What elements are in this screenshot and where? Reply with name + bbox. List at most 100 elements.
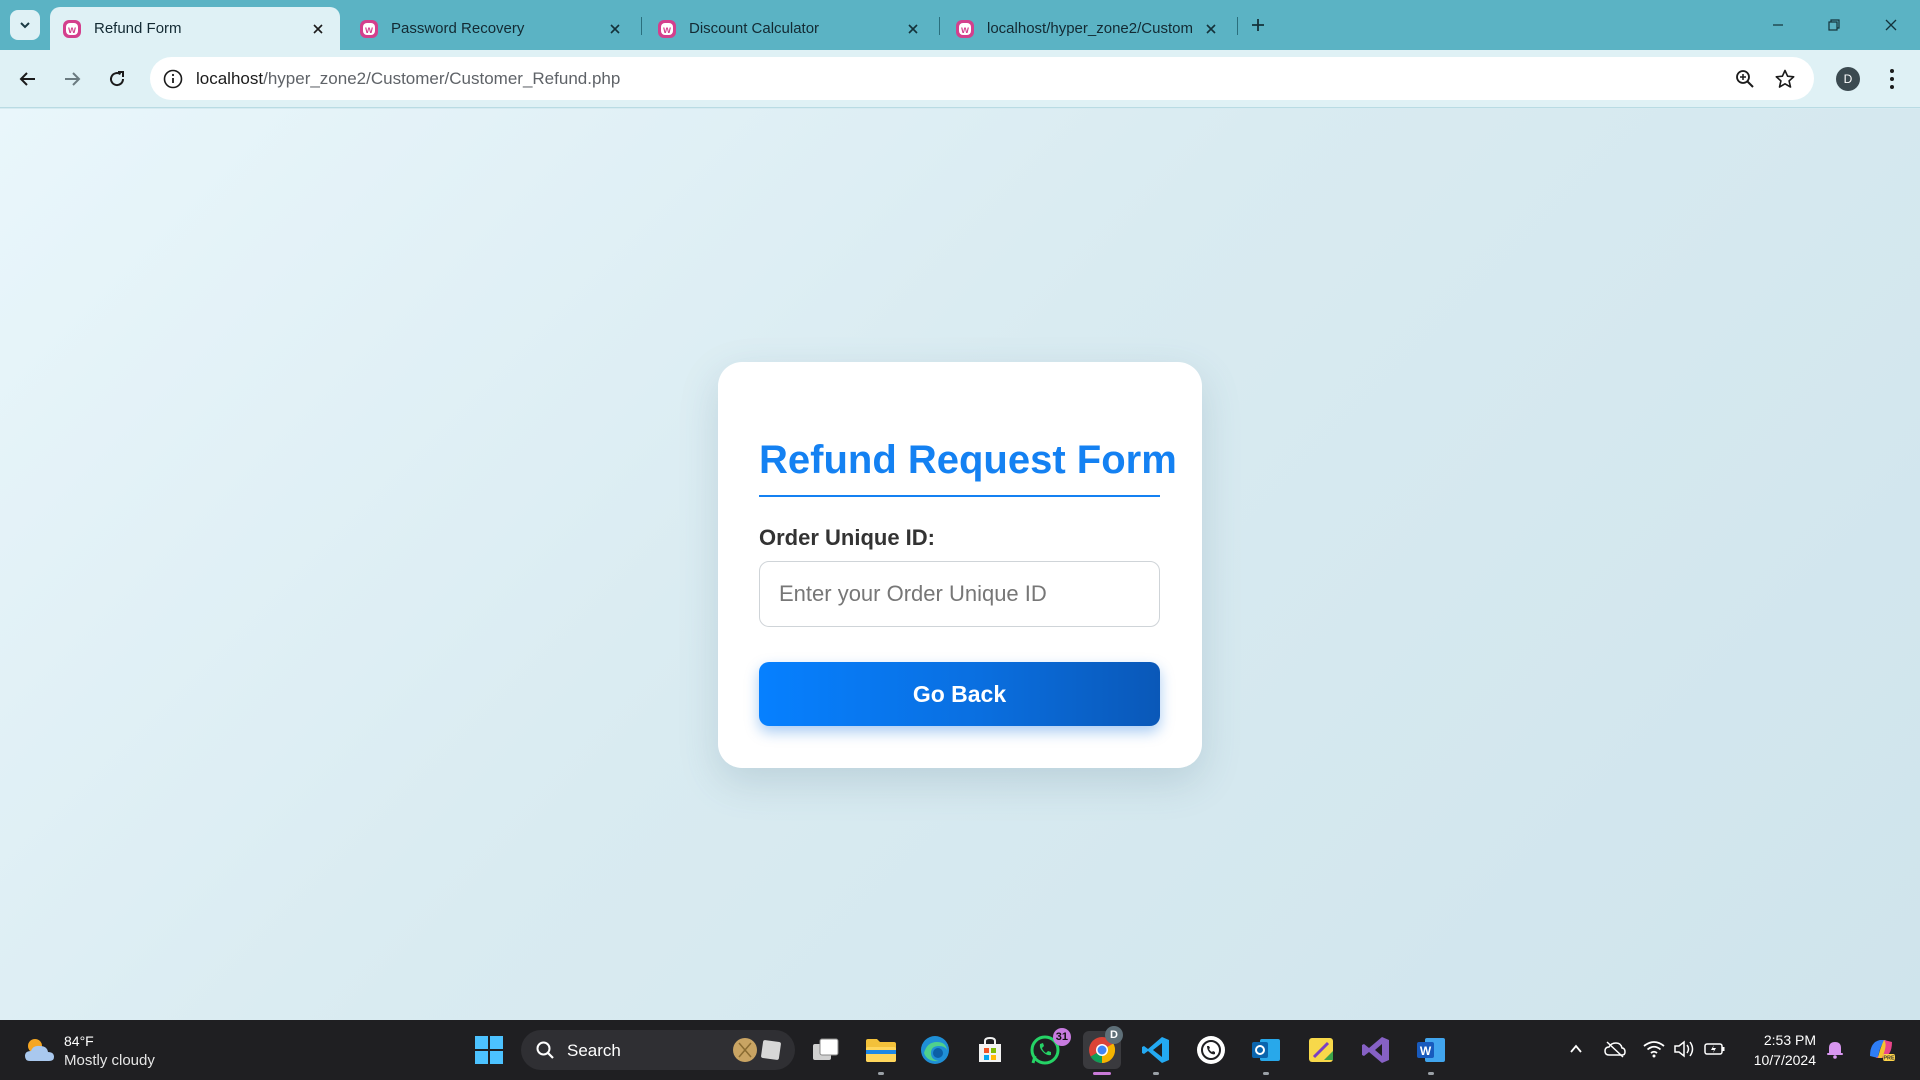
show-hidden-icons-button[interactable] — [1565, 1038, 1587, 1060]
reload-icon — [110, 71, 125, 87]
task-view-button[interactable] — [809, 1033, 843, 1067]
back-button[interactable] — [14, 65, 42, 93]
taskbar-search[interactable]: Search — [521, 1030, 795, 1070]
whatsapp-desktop-button[interactable] — [1194, 1033, 1228, 1067]
tab-separator — [939, 17, 940, 35]
chevron-up-icon — [1570, 1044, 1582, 1053]
close-tab-icon[interactable] — [308, 19, 328, 39]
tab-separator — [641, 17, 642, 35]
go-back-button[interactable]: Go Back — [759, 662, 1160, 726]
arrow-right-icon — [65, 72, 81, 86]
edge-button[interactable] — [918, 1033, 952, 1067]
minimize-icon — [1773, 24, 1783, 26]
volume-icon — [1674, 1040, 1694, 1058]
site-favicon-icon: w — [658, 19, 676, 38]
tab-localhost-customer[interactable]: w localhost/hyper_zone2/Custom — [943, 7, 1233, 50]
whatsapp-notification-badge: 31 — [1052, 1028, 1071, 1046]
tab-refund-form[interactable]: w Refund Form — [50, 7, 340, 50]
partly-cloudy-icon — [25, 1039, 54, 1061]
site-info-icon[interactable] — [162, 68, 184, 90]
browser-menu-button[interactable] — [1880, 64, 1904, 94]
svg-text:W: W — [1420, 1044, 1432, 1058]
svg-text:PRE: PRE — [1883, 1056, 1895, 1062]
search-icon — [536, 1041, 554, 1059]
sticky-notes-button[interactable] — [1304, 1033, 1338, 1067]
notification-bell-icon — [1827, 1042, 1843, 1059]
profile-avatar[interactable]: D — [1836, 67, 1860, 91]
clock-date: 10/7/2024 — [1753, 1052, 1816, 1068]
visual-studio-button[interactable] — [1359, 1033, 1393, 1067]
order-id-label: Order Unique ID: — [759, 525, 936, 550]
file-explorer-icon — [866, 1039, 896, 1062]
task-view-icon — [813, 1038, 839, 1060]
battery-tray[interactable] — [1704, 1038, 1726, 1060]
url-host: localhost — [196, 69, 264, 88]
bookmark-star-icon[interactable] — [1774, 68, 1796, 90]
windows-start-icon — [475, 1036, 503, 1064]
volume-tray[interactable] — [1673, 1038, 1695, 1060]
site-favicon-icon: w — [63, 19, 81, 38]
close-tab-icon[interactable] — [1201, 19, 1221, 39]
vscode-button[interactable] — [1139, 1033, 1173, 1067]
refund-form-card: Refund Request Form Order Unique ID: Go … — [718, 362, 1202, 768]
copilot-icon: PRE — [1870, 1040, 1895, 1062]
close-tab-icon[interactable] — [903, 19, 923, 39]
chrome-button[interactable]: D — [1083, 1026, 1123, 1069]
url-text[interactable]: localhost/hyper_zone2/Customer/Customer_… — [196, 69, 620, 89]
onedrive-icon — [1604, 1041, 1626, 1058]
running-indicator — [1263, 1072, 1269, 1075]
whatsapp-button[interactable]: 31 — [1028, 1028, 1071, 1067]
store-icon — [979, 1036, 1001, 1062]
battery-icon — [1704, 1043, 1725, 1055]
form-title: Refund Request Form — [759, 438, 1177, 497]
url-path: /hyper_zone2/Customer/Customer_Refund.ph… — [263, 69, 621, 88]
search-highlight-icon — [733, 1038, 781, 1062]
new-tab-button[interactable] — [1245, 12, 1271, 38]
chrome-profile-badge: D — [1105, 1026, 1123, 1044]
running-indicator — [878, 1072, 884, 1075]
address-bar[interactable]: localhost/hyper_zone2/Customer/Customer_… — [150, 57, 1814, 100]
windows-taskbar: 84°F Mostly cloudy Search 31 D W 2:53 PM… — [0, 1020, 1920, 1080]
file-explorer-button[interactable] — [864, 1033, 898, 1067]
tab-title: localhost/hyper_zone2/Custom — [987, 20, 1193, 37]
reload-button[interactable] — [103, 65, 131, 93]
copilot-button[interactable]: PRE — [1866, 1034, 1896, 1064]
weather-widget[interactable]: 84°F Mostly cloudy — [22, 1029, 192, 1073]
tab-search-button[interactable] — [10, 10, 40, 40]
outlook-button[interactable] — [1249, 1033, 1283, 1067]
taskbar-clock[interactable]: 2:53 PM 10/7/2024 — [1738, 1030, 1816, 1070]
tab-discount-calculator[interactable]: w Discount Calculator — [645, 7, 935, 50]
tab-separator — [1237, 17, 1238, 35]
minimize-button[interactable] — [1763, 10, 1793, 40]
site-favicon-icon: w — [956, 19, 974, 38]
svg-text:w: w — [364, 25, 373, 36]
order-id-field-wrapper — [759, 561, 1160, 627]
forward-button[interactable] — [58, 65, 86, 93]
wifi-icon — [1643, 1041, 1665, 1058]
wifi-tray[interactable] — [1643, 1038, 1665, 1060]
vscode-icon — [1142, 1037, 1169, 1063]
start-button[interactable] — [472, 1033, 506, 1067]
weather-temperature: 84°F — [64, 1033, 94, 1049]
site-favicon-icon: w — [360, 19, 378, 38]
tab-title: Discount Calculator — [689, 20, 820, 37]
close-tab-icon[interactable] — [605, 19, 625, 39]
edge-icon — [921, 1036, 949, 1064]
close-window-button[interactable] — [1876, 10, 1906, 40]
running-indicator — [1153, 1072, 1159, 1075]
outlook-icon — [1252, 1039, 1280, 1061]
running-indicator — [1428, 1072, 1434, 1075]
tab-password-recovery[interactable]: w Password Recovery — [347, 7, 637, 50]
onedrive-tray[interactable] — [1604, 1038, 1626, 1060]
word-button[interactable]: W — [1414, 1033, 1448, 1067]
visual-studio-icon — [1362, 1037, 1389, 1063]
zoom-icon[interactable] — [1734, 68, 1756, 90]
order-id-input[interactable] — [759, 561, 1160, 627]
word-icon: W — [1417, 1038, 1445, 1062]
page-viewport: Refund Request Form Order Unique ID: Go … — [0, 109, 1920, 1020]
notification-button[interactable] — [1824, 1038, 1846, 1060]
svg-text:w: w — [67, 25, 76, 36]
store-button[interactable] — [973, 1033, 1007, 1067]
svg-text:w: w — [960, 25, 969, 36]
restore-button[interactable] — [1819, 10, 1849, 40]
